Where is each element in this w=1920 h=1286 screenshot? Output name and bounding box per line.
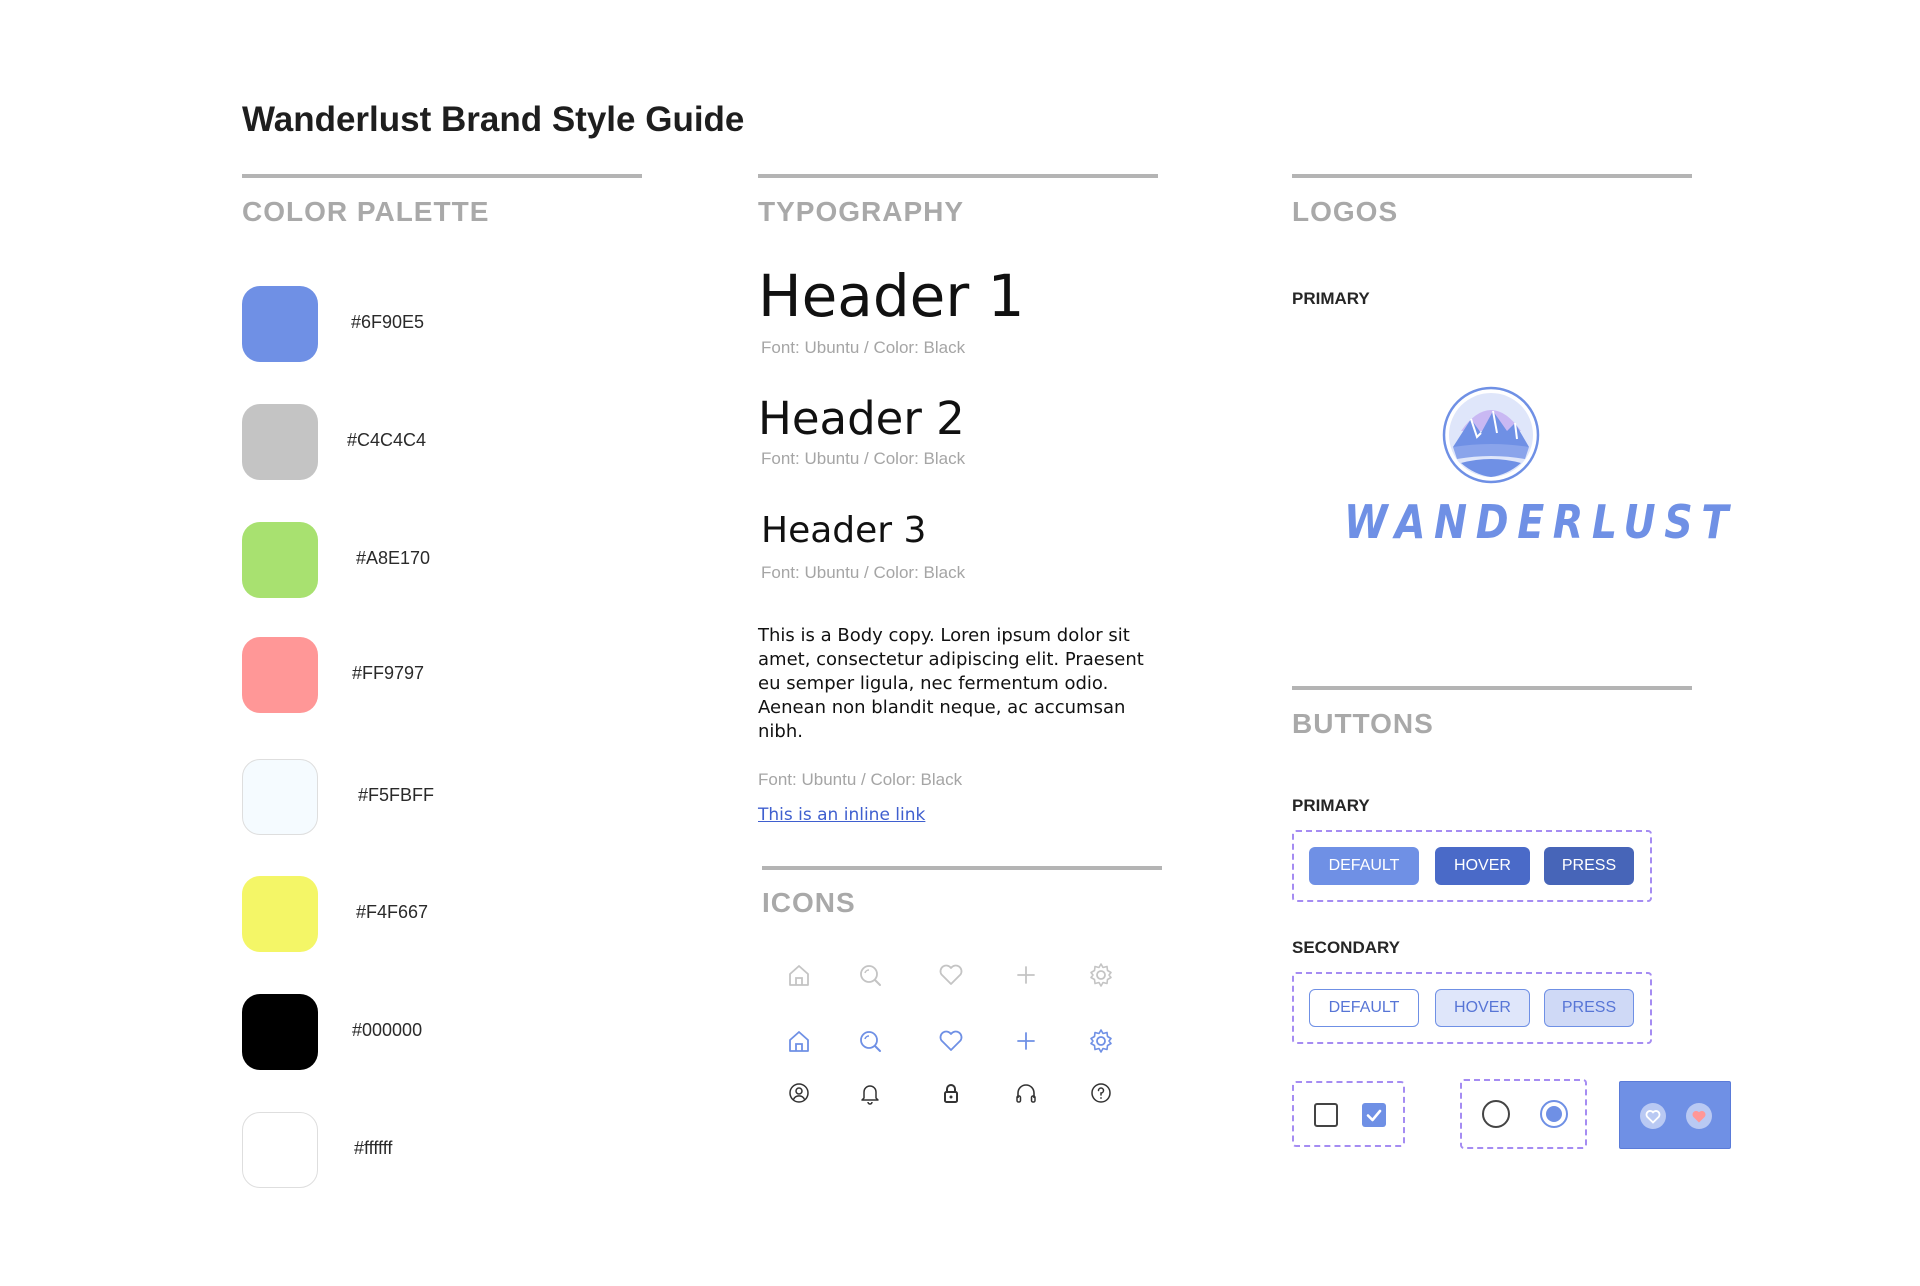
checkbox-group bbox=[1292, 1081, 1405, 1147]
bell-icon[interactable] bbox=[855, 1078, 885, 1108]
gear-icon[interactable] bbox=[1086, 960, 1116, 990]
heart-filled-icon bbox=[1692, 1110, 1706, 1123]
icons-divider bbox=[762, 866, 1162, 870]
primary-default-button[interactable]: DEFAULT bbox=[1309, 847, 1419, 885]
home-icon[interactable] bbox=[784, 1026, 814, 1056]
radio-unselected[interactable] bbox=[1482, 1100, 1510, 1128]
gear-icon[interactable] bbox=[1086, 1026, 1116, 1056]
header-3-font-note: Font: Ubuntu / Color: Black bbox=[761, 563, 966, 582]
favorite-toggle-group bbox=[1619, 1081, 1731, 1149]
color-swatch-row: #A8E170 bbox=[242, 522, 502, 598]
logos-divider bbox=[1292, 174, 1692, 178]
color-hex-label: #F4F667 bbox=[356, 902, 429, 922]
color-swatch bbox=[242, 286, 318, 362]
typography-heading: TYPOGRAPHY bbox=[758, 196, 965, 227]
header-1-font-note: Font: Ubuntu / Color: Black bbox=[761, 338, 966, 357]
color-hex-label: #ffffff bbox=[354, 1138, 393, 1158]
typography-divider bbox=[758, 174, 1158, 178]
plus-icon[interactable] bbox=[1011, 1026, 1041, 1056]
color-hex-label: #A8E170 bbox=[356, 548, 431, 568]
color-swatch bbox=[242, 1112, 318, 1188]
color-swatch bbox=[242, 994, 318, 1070]
secondary-press-button[interactable]: PRESS bbox=[1544, 989, 1634, 1027]
logo-primary-label: PRIMARY bbox=[1292, 289, 1370, 308]
color-swatch-row: #F4F667 bbox=[242, 876, 502, 952]
heart-outline-icon bbox=[1645, 1110, 1661, 1124]
color-palette-heading: COLOR PALETTE bbox=[242, 196, 490, 227]
mountain-emblem-icon bbox=[1442, 386, 1540, 484]
color-swatch-row: #FF9797 bbox=[242, 637, 502, 713]
color-hex-label: #FF9797 bbox=[352, 663, 425, 683]
header-2-sample: Header 2 bbox=[758, 392, 965, 445]
body-font-note: Font: Ubuntu / Color: Black bbox=[758, 770, 963, 789]
secondary-hover-button[interactable]: HOVER bbox=[1435, 989, 1530, 1027]
heart-icon[interactable] bbox=[936, 960, 966, 990]
search-icon[interactable] bbox=[855, 1026, 885, 1056]
checkmark-icon bbox=[1366, 1109, 1382, 1122]
color-swatch-row: #ffffff bbox=[242, 1112, 502, 1188]
buttons-divider bbox=[1292, 686, 1692, 690]
checkbox-unchecked[interactable] bbox=[1314, 1103, 1338, 1127]
color-swatch bbox=[242, 522, 318, 598]
color-swatch-row: #6F90E5 bbox=[242, 286, 502, 362]
color-swatch-row: #F5FBFF bbox=[242, 759, 502, 835]
page-title: Wanderlust Brand Style Guide bbox=[242, 100, 745, 139]
primary-button-group: DEFAULT HOVER PRESS bbox=[1292, 830, 1652, 902]
logo-wordmark: WANDERLUST bbox=[1344, 495, 1737, 549]
color-hex-label: #C4C4C4 bbox=[347, 430, 427, 450]
logos-heading: LOGOS bbox=[1292, 196, 1399, 227]
color-hex-label: #000000 bbox=[352, 1020, 423, 1040]
buttons-secondary-label: SECONDARY bbox=[1292, 938, 1400, 957]
heart-icon[interactable] bbox=[936, 1026, 966, 1056]
header-1-sample: Header 1 bbox=[758, 262, 1025, 330]
lock-icon[interactable] bbox=[936, 1078, 966, 1108]
radio-selected[interactable] bbox=[1540, 1100, 1568, 1128]
radio-group bbox=[1460, 1079, 1587, 1149]
primary-logo: WANDERLUST bbox=[1292, 385, 1737, 555]
color-palette-divider bbox=[242, 174, 642, 178]
header-2-font-note: Font: Ubuntu / Color: Black bbox=[761, 449, 966, 468]
headphones-icon[interactable] bbox=[1011, 1078, 1041, 1108]
color-hex-label: #6F90E5 bbox=[351, 312, 425, 332]
primary-press-button[interactable]: PRESS bbox=[1544, 847, 1634, 885]
secondary-button-group: DEFAULT HOVER PRESS bbox=[1292, 972, 1652, 1044]
color-swatch-row: #C4C4C4 bbox=[242, 404, 502, 480]
color-hex-label: #F5FBFF bbox=[358, 785, 435, 805]
color-swatch-row: #000000 bbox=[242, 994, 502, 1070]
color-swatch bbox=[242, 759, 318, 835]
home-icon[interactable] bbox=[784, 960, 814, 990]
user-icon[interactable] bbox=[784, 1078, 814, 1108]
inline-link-sample[interactable]: This is an inline link bbox=[758, 805, 925, 825]
search-icon[interactable] bbox=[855, 960, 885, 990]
plus-icon[interactable] bbox=[1011, 960, 1041, 990]
color-swatch bbox=[242, 404, 318, 480]
favorite-toggle-inactive[interactable] bbox=[1640, 1103, 1666, 1129]
icons-heading: ICONS bbox=[762, 887, 856, 918]
header-3-sample: Header 3 bbox=[761, 510, 927, 551]
color-swatch bbox=[242, 876, 318, 952]
checkbox-checked[interactable] bbox=[1362, 1103, 1386, 1127]
help-icon[interactable] bbox=[1086, 1078, 1116, 1108]
color-swatch bbox=[242, 637, 318, 713]
buttons-heading: BUTTONS bbox=[1292, 708, 1434, 739]
buttons-primary-label: PRIMARY bbox=[1292, 796, 1370, 815]
secondary-default-button[interactable]: DEFAULT bbox=[1309, 989, 1419, 1027]
body-copy-sample: This is a Body copy. Loren ipsum dolor s… bbox=[758, 625, 1144, 742]
favorite-toggle-active[interactable] bbox=[1686, 1103, 1712, 1129]
primary-hover-button[interactable]: HOVER bbox=[1435, 847, 1530, 885]
